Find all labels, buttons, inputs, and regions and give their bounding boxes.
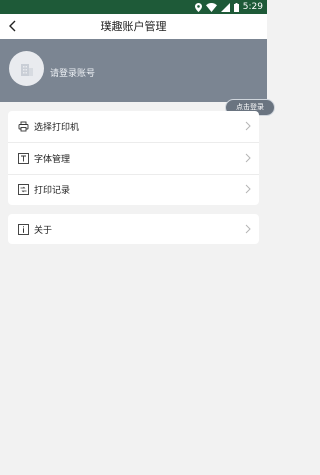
menu-item-select-printer[interactable]: 选择打印机	[8, 111, 259, 142]
menu-item-label: 打印记录	[34, 186, 71, 196]
menu-item-label: 关于	[34, 226, 53, 236]
menu-item-print-records[interactable]: 打印记录	[8, 174, 259, 205]
signal-icon	[220, 2, 230, 12]
menu-item-about[interactable]: 关于	[8, 214, 259, 245]
login-prompt[interactable]: 请登录账号	[50, 66, 95, 79]
page-title: 璞趣账户管理	[100, 20, 167, 33]
chevron-right-icon	[245, 121, 251, 131]
battery-icon	[233, 2, 239, 12]
menu-item-label: 字体管理	[34, 155, 71, 165]
header-bar: 璞趣账户管理	[0, 14, 267, 39]
chevron-right-icon	[245, 224, 251, 234]
font-icon	[18, 153, 29, 164]
menu-card-about: 关于	[8, 214, 259, 244]
chevron-right-icon	[245, 153, 251, 163]
wifi-icon	[205, 2, 217, 12]
account-banner: 请登录账号 点击登录	[0, 39, 275, 116]
print-record-icon	[18, 184, 29, 195]
menu-item-label: 选择打印机	[34, 123, 80, 133]
status-bar: 5:29	[0, 0, 267, 14]
info-icon	[18, 224, 29, 235]
avatar[interactable]	[9, 51, 44, 86]
location-icon	[194, 2, 202, 12]
chevron-right-icon	[245, 184, 251, 194]
building-icon	[20, 63, 33, 76]
menu-item-font-management[interactable]: 字体管理	[8, 143, 259, 174]
status-time: 5:29	[242, 2, 263, 12]
menu-card-settings: 选择打印机 字体管理 打印记录	[8, 111, 259, 205]
printer-icon	[18, 121, 29, 132]
